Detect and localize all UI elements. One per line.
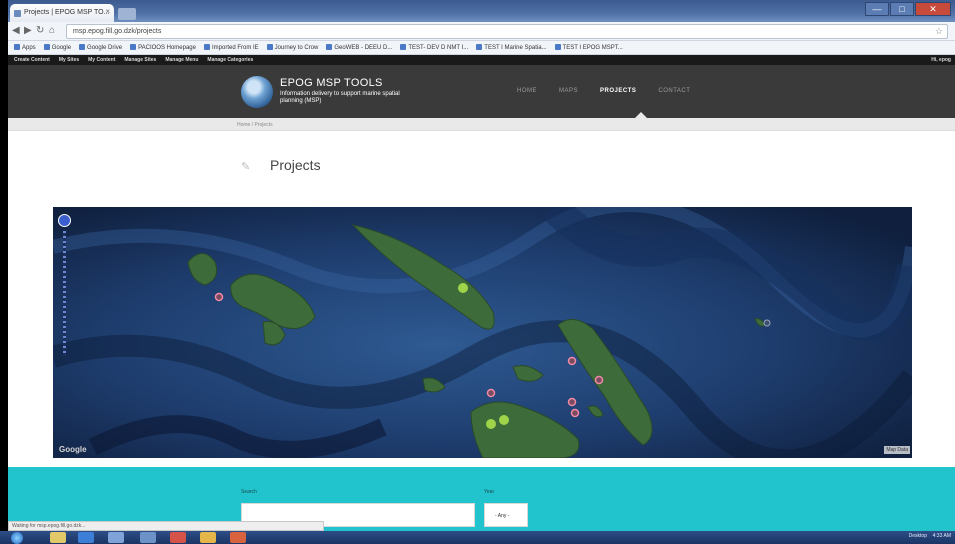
map-marker-pink xyxy=(567,356,577,366)
projects-map[interactable]: Google Map Data xyxy=(53,207,912,458)
page-title: Projects xyxy=(270,157,321,173)
admin-user-greeting[interactable]: Hi, epog xyxy=(931,57,951,63)
year-select[interactable]: - Any - xyxy=(484,503,528,527)
breadcrumb-bar: Home / Projects xyxy=(8,118,955,131)
map-marker-pink xyxy=(594,375,604,385)
bookmark-star-icon[interactable]: ☆ xyxy=(935,26,943,37)
site-name[interactable]: EPOG MSP TOOLS xyxy=(280,77,383,89)
nav-contact[interactable]: CONTACT xyxy=(658,88,690,94)
admin-item-manage-menu[interactable]: Manage Menu xyxy=(165,57,198,63)
map-marker-pink xyxy=(567,397,577,407)
home-icon[interactable]: ⌂ xyxy=(49,25,55,36)
browser-titlebar: Projects | EPOG MSP TO... × — □ ✕ xyxy=(8,0,955,22)
bookmark-item[interactable]: Imported From IE xyxy=(204,44,259,51)
new-tab-button[interactable] xyxy=(118,8,136,20)
nav-home[interactable]: HOME xyxy=(517,88,537,94)
minimize-button[interactable]: — xyxy=(865,2,889,16)
app-icon[interactable] xyxy=(140,532,156,543)
bookmark-item[interactable]: Journey to Crow xyxy=(267,44,319,51)
bookmark-item[interactable]: TEST I EPOG MSPT... xyxy=(555,44,623,51)
app-icon[interactable] xyxy=(108,532,124,543)
bookmark-item[interactable]: Google Drive xyxy=(79,44,122,51)
admin-bar: Create Content My Sites My Content Manag… xyxy=(8,55,955,65)
map-marker-pink xyxy=(214,292,224,302)
year-label: Year xyxy=(484,489,495,495)
maximize-button[interactable]: □ xyxy=(890,2,914,16)
admin-item-my-sites[interactable]: My Sites xyxy=(59,57,79,63)
browser-toolbar: ◀ ▶ ↻ ⌂ msp.epog.fill.go.dzk/projects ☆ xyxy=(8,22,955,41)
map-data-attribution[interactable]: Map Data xyxy=(884,446,910,454)
site-slogan: Information delivery to support marine s… xyxy=(280,91,400,104)
map-marker-green xyxy=(486,419,496,429)
favicon-icon xyxy=(14,10,21,17)
app-icon[interactable] xyxy=(200,532,216,543)
start-button-icon[interactable] xyxy=(11,532,23,544)
browser-tab[interactable]: Projects | EPOG MSP TO... × xyxy=(10,4,114,22)
map-marker-pink xyxy=(763,319,771,327)
bookmark-item[interactable]: GeoWEB - DEEU D... xyxy=(326,44,392,51)
map-pan-icon[interactable] xyxy=(58,214,71,227)
tab-close-icon[interactable]: × xyxy=(105,7,110,16)
map-imagery[interactable] xyxy=(53,207,912,458)
nav-maps[interactable]: MAPS xyxy=(559,88,578,94)
bookmarks-bar: Apps Google Google Drive PACIOOS Homepag… xyxy=(8,41,955,55)
nav-projects[interactable]: PROJECTS xyxy=(600,88,636,94)
bookmark-item[interactable]: TEST I Marine Spatia... xyxy=(476,44,546,51)
browser-status-bubble: Waiting for msp.epog.fill.go.dzk... xyxy=(8,521,324,531)
breadcrumb[interactable]: Home / Projects xyxy=(237,122,273,128)
search-label: Search xyxy=(241,489,257,495)
admin-item-my-content[interactable]: My Content xyxy=(88,57,115,63)
zoom-slider[interactable] xyxy=(63,231,66,356)
pencil-icon: ✎ xyxy=(241,161,251,173)
address-text: msp.epog.fill.go.dzk/projects xyxy=(73,28,162,35)
app-icon[interactable] xyxy=(230,532,246,543)
reload-icon[interactable]: ↻ xyxy=(36,25,44,36)
chrome-icon[interactable] xyxy=(170,532,186,543)
map-marker-pink xyxy=(570,408,580,418)
system-tray[interactable]: Desktop xyxy=(909,533,927,539)
browser-window: Projects | EPOG MSP TO... × — □ ✕ ◀ ▶ ↻ … xyxy=(8,0,955,544)
main-nav: HOME MAPS PROJECTS CONTACT xyxy=(517,88,690,94)
google-logo[interactable]: Google xyxy=(59,445,87,454)
window-controls: — □ ✕ xyxy=(865,2,951,16)
os-taskbar: Desktop 4:33 AM xyxy=(0,531,955,544)
forward-icon[interactable]: ▶ xyxy=(24,25,32,36)
clock[interactable]: 4:33 AM xyxy=(933,533,951,539)
bookmark-item[interactable]: Apps xyxy=(14,44,36,51)
tab-title: Projects | EPOG MSP TO... xyxy=(24,9,110,16)
map-zoom-control[interactable] xyxy=(58,214,71,364)
map-marker-green xyxy=(458,283,468,293)
bookmark-item[interactable]: Google xyxy=(44,44,71,51)
site-header: EPOG MSP TOOLS Information delivery to s… xyxy=(8,65,955,118)
address-bar[interactable]: msp.epog.fill.go.dzk/projects ☆ xyxy=(66,24,948,39)
admin-item-manage-categories[interactable]: Manage Categories xyxy=(207,57,253,63)
site-logo[interactable] xyxy=(241,76,273,108)
close-window-button[interactable]: ✕ xyxy=(915,2,951,16)
internet-explorer-icon[interactable] xyxy=(78,532,94,543)
admin-item-create-content[interactable]: Create Content xyxy=(14,57,50,63)
bookmark-item[interactable]: PACIOOS Homepage xyxy=(130,44,196,51)
folder-icon[interactable] xyxy=(50,532,66,543)
map-marker-pink xyxy=(486,388,496,398)
map-marker-green xyxy=(499,415,509,425)
bookmark-item[interactable]: TEST- DEV D NMT I... xyxy=(400,44,468,51)
back-icon[interactable]: ◀ xyxy=(12,25,20,36)
admin-item-manage-sites[interactable]: Manage Sites xyxy=(124,57,156,63)
